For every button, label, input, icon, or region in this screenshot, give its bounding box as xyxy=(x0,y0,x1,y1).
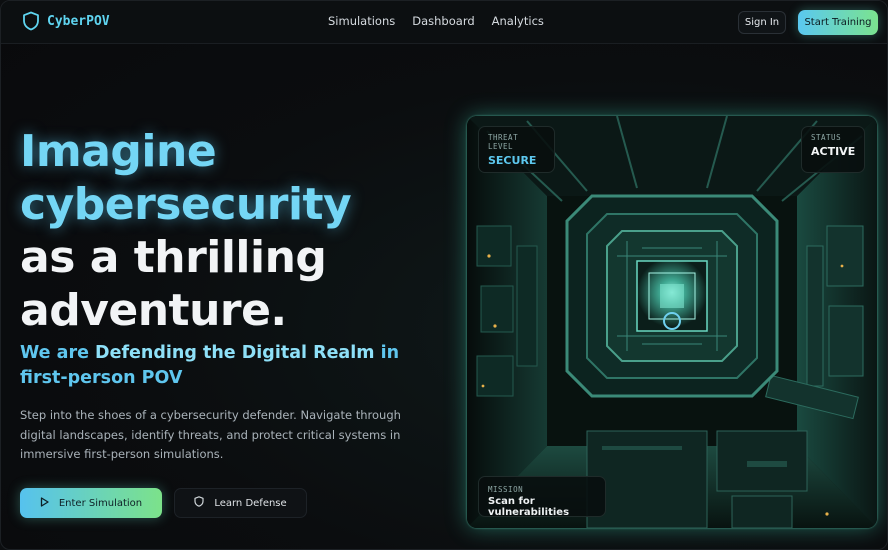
learn-defense-label: Learn Defense xyxy=(214,497,287,509)
headline-line-1: Imagine xyxy=(20,126,217,177)
hero-headline: Imagine cybersecurity as a thrilling adv… xyxy=(20,125,440,337)
nav-links: Simulations Dashboard Analytics xyxy=(328,14,544,28)
shield-icon xyxy=(194,496,204,510)
status-key: STATUS xyxy=(811,133,842,142)
headline-line-3: as a thrilling xyxy=(20,232,327,283)
hero-description: Step into the shoes of a cybersecurity d… xyxy=(20,408,401,461)
mission-value: Scan for vulnerabilities xyxy=(488,496,570,518)
app-frame: CyberPOV Simulations Dashboard Analytics… xyxy=(0,0,888,550)
threat-level-key: THREAT LEVEL xyxy=(488,133,519,151)
status-value: ACTIVE xyxy=(811,145,856,158)
play-icon xyxy=(40,496,49,510)
mission-key: MISSION xyxy=(488,485,524,494)
brand-logo[interactable]: CyberPOV xyxy=(22,11,110,31)
threat-level-badge: THREAT LEVEL SECURE xyxy=(478,126,555,173)
headline-line-2: cybersecurity xyxy=(20,179,352,230)
nav-link-dashboard[interactable]: Dashboard xyxy=(412,14,474,28)
sub-prefix: We are xyxy=(20,343,96,363)
mission-badge: MISSION Scan for vulnerabilities xyxy=(478,476,606,518)
sign-in-button[interactable]: Sign In xyxy=(738,11,786,34)
nav-link-analytics[interactable]: Analytics xyxy=(492,14,544,28)
top-nav: CyberPOV Simulations Dashboard Analytics… xyxy=(1,1,887,44)
simulation-preview: THREAT LEVEL SECURE STATUS ACTIVE MISSIO… xyxy=(467,116,877,528)
hero-subheadline: We are Defending the Digital Realm in fi… xyxy=(20,341,440,391)
headline-line-4: adventure. xyxy=(20,285,287,336)
status-badge: STATUS ACTIVE xyxy=(801,126,865,173)
start-training-button[interactable]: Start Training xyxy=(798,10,878,35)
brand-name: CyberPOV xyxy=(47,13,110,29)
enter-simulation-button[interactable]: Enter Simulation xyxy=(20,488,162,518)
corridor-illustration xyxy=(467,116,877,528)
nav-link-simulations[interactable]: Simulations xyxy=(328,14,395,28)
threat-level-value: SECURE xyxy=(488,154,537,167)
learn-defense-button[interactable]: Learn Defense xyxy=(174,488,307,518)
enter-simulation-label: Enter Simulation xyxy=(58,497,143,509)
sub-highlight: Defending the Digital Realm xyxy=(95,343,375,363)
shield-icon xyxy=(22,11,40,31)
